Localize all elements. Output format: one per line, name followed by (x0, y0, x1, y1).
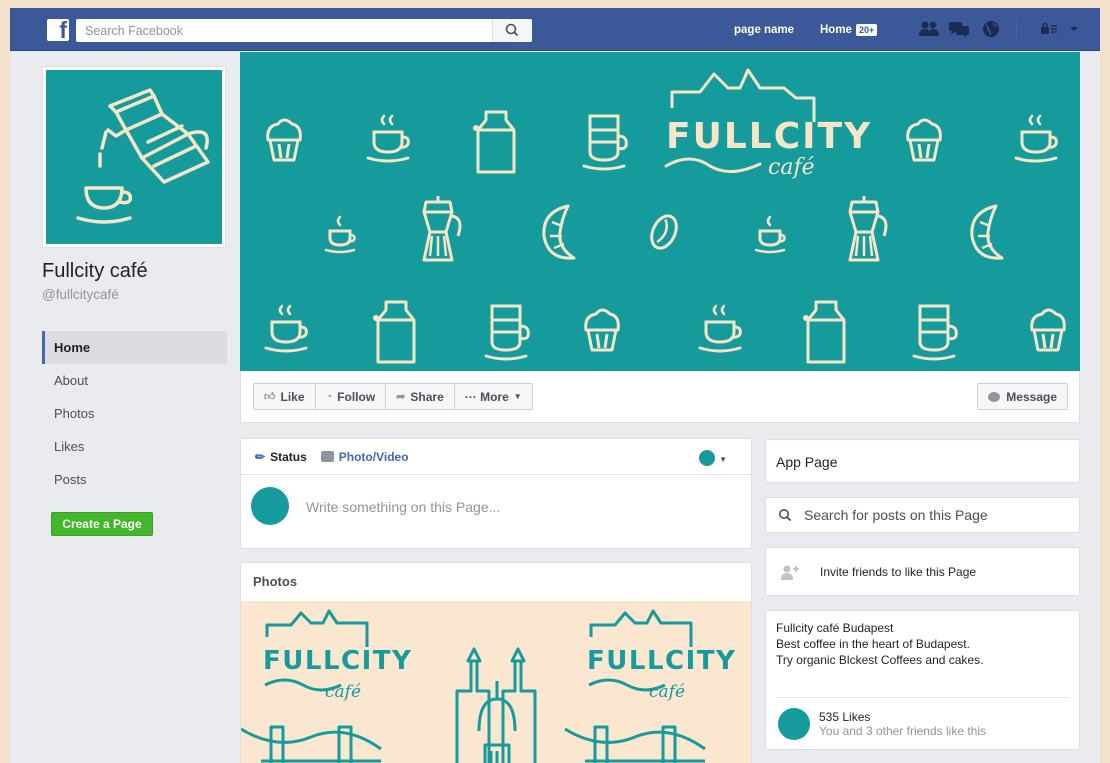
photos-logo-script-left: café (325, 682, 361, 702)
camera-icon (320, 451, 334, 462)
app-page-card[interactable]: App Page (765, 439, 1080, 483)
about-line: Try organic Blckest Coffees and cakes. (776, 653, 984, 667)
share-button[interactable]: ➦ Share (385, 383, 455, 410)
facebook-page-frame: f page name Home20+ (10, 8, 1100, 763)
photos-logo-word-left: FULLCITY (263, 646, 412, 676)
top-navigation-bar: f page name Home20+ (10, 8, 1100, 51)
search-icon (505, 23, 519, 37)
composer-tabs: ✏ Status Photo/Video (241, 439, 751, 475)
photos-card: Photos FULLCITY café FULLCITY café (240, 562, 752, 763)
facebook-logo-icon[interactable]: f (47, 17, 69, 43)
search-page-posts-input[interactable] (804, 507, 1064, 523)
message-bubble-icon (988, 391, 1001, 402)
messages-icon[interactable] (948, 19, 970, 39)
caret-down-icon: ▼ (719, 455, 727, 464)
post-as-selector[interactable]: ▼ (698, 449, 727, 467)
moka-pot-pouring-icon (76, 88, 210, 224)
follow-button[interactable]: ◔ Follow (314, 383, 387, 410)
page-avatar-icon (698, 449, 715, 466)
home-link[interactable]: Home 20+ (820, 8, 878, 51)
home-badge: 20+ (855, 23, 878, 36)
about-line: Best coffee in the heart of Budapest. (776, 637, 970, 651)
rss-follow-icon: ◔ (325, 390, 333, 403)
cover-photo[interactable]: FULLCITY café (240, 52, 1080, 371)
tab-status[interactable]: ✏ Status (255, 450, 307, 464)
cover-logo-word: FULLCITY (666, 116, 872, 157)
page-title: Fullcity café (42, 260, 148, 282)
likes-summary[interactable]: 535 Likes You and 3 other friends like t… (778, 708, 986, 740)
message-button[interactable]: Message (977, 383, 1068, 410)
invite-friends-card[interactable]: Invite friends to like this Page (765, 547, 1080, 596)
left-nav-about[interactable]: About (42, 364, 227, 397)
profile-picture-box[interactable] (42, 66, 226, 248)
tab-photo-video[interactable]: Photo/Video (320, 450, 409, 464)
avatar (778, 708, 810, 740)
pencil-icon: ✏ (255, 449, 266, 464)
cover-logo-script: café (768, 155, 815, 180)
profile-picture (46, 70, 222, 244)
about-card: Fullcity café Budapest Best coffee in th… (765, 610, 1080, 750)
account-menu-icon[interactable] (1038, 19, 1086, 39)
left-navigation: Home About Photos Likes Posts (42, 331, 227, 496)
thumbs-up-icon: 👍︎ (264, 391, 276, 403)
post-composer: ✏ Status Photo/Video ▼ Write something on… (240, 438, 752, 549)
divider (1016, 20, 1017, 39)
notifications-globe-icon[interactable] (980, 19, 1002, 39)
divider (776, 697, 1069, 698)
likes-friends-text: You and 3 other friends like this (819, 724, 986, 738)
search-button[interactable] (492, 19, 532, 42)
friend-requests-icon[interactable] (918, 19, 940, 39)
share-arrow-icon: ➦ (396, 391, 406, 403)
left-nav-home[interactable]: Home (42, 331, 227, 364)
composer-body[interactable]: Write something on this Page... (241, 475, 751, 549)
photos-title[interactable]: Photos (241, 563, 751, 601)
create-page-button[interactable]: Create a Page (51, 512, 153, 536)
search-icon (779, 509, 792, 522)
page-action-bar: 👍︎ Like ◔ Follow ➦ Share ··· More ▼ Message (240, 371, 1080, 423)
photos-preview[interactable]: FULLCITY café FULLCITY café (241, 601, 751, 763)
left-nav-posts[interactable]: Posts (42, 463, 227, 496)
search-input[interactable] (76, 19, 491, 42)
invite-friends-label: Invite friends to like this Page (820, 564, 977, 579)
left-nav-likes[interactable]: Likes (42, 430, 227, 463)
left-nav-photos[interactable]: Photos (42, 397, 227, 430)
facebook-search-box[interactable] (76, 19, 532, 42)
add-friend-icon (781, 565, 799, 580)
action-button-group: 👍︎ Like ◔ Follow ➦ Share ··· More ▼ (253, 383, 533, 410)
photos-logo-word-right: FULLCITY (587, 646, 736, 676)
search-page-posts-card[interactable] (765, 497, 1080, 533)
cover-pattern: FULLCITY café (264, 68, 1066, 364)
page-handle[interactable]: @fullcitycafé (42, 287, 119, 302)
like-button[interactable]: 👍︎ Like (253, 383, 316, 410)
cover-skyline (670, 68, 816, 122)
photos-logo-script-right: café (649, 682, 685, 702)
caret-down-icon: ▼ (513, 392, 522, 401)
likes-count[interactable]: 535 Likes (819, 710, 986, 724)
more-button[interactable]: ··· More ▼ (453, 383, 533, 410)
avatar (251, 487, 289, 525)
about-line: Fullcity café Budapest (776, 621, 894, 635)
composer-input[interactable]: Write something on this Page... (306, 499, 500, 515)
page-name-link[interactable]: page name (734, 8, 794, 51)
photos-artwork: FULLCITY café FULLCITY café (241, 609, 736, 763)
